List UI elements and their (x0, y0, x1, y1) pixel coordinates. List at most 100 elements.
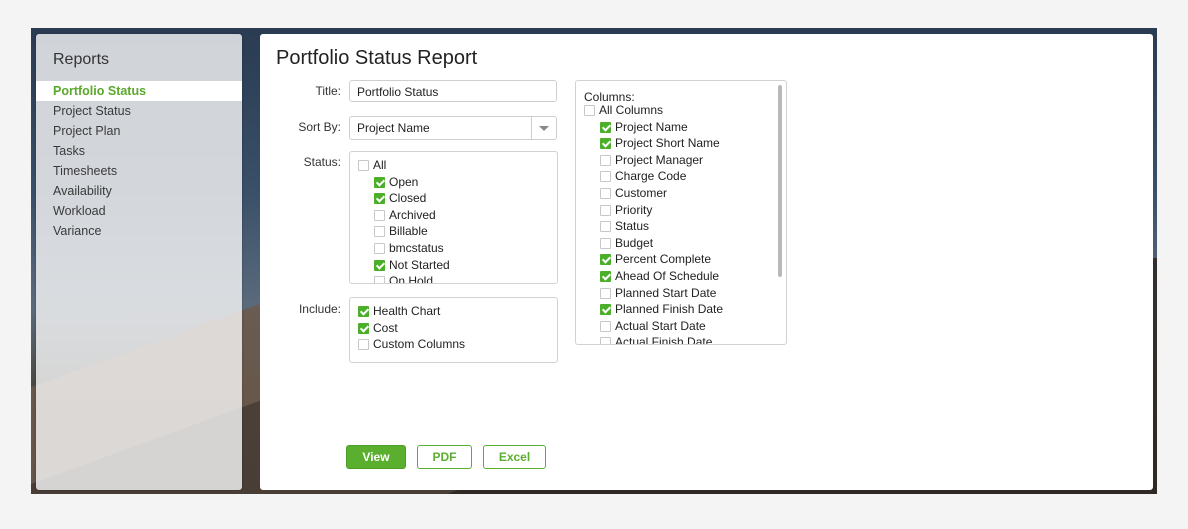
checkbox-label: Customer (615, 186, 668, 200)
checkbox-empty-icon[interactable] (600, 287, 611, 299)
checkbox-label: On Hold (389, 274, 434, 284)
page-title: Portfolio Status Report (276, 47, 478, 69)
reports-sidebar: Reports Portfolio Status Project Status Pr… (36, 34, 242, 490)
checkbox-row-bmcstatus[interactable]: bmcstatus (374, 240, 444, 256)
checkbox-empty-icon[interactable] (374, 243, 385, 254)
columns-scrollbar[interactable] (778, 85, 782, 277)
checkbox-row-customer[interactable]: Customer (600, 185, 667, 201)
checkbox-label: Billable (389, 224, 428, 239)
checkbox-label: Planned Finish Date (615, 302, 724, 317)
checkbox-empty-icon[interactable] (600, 204, 611, 216)
checkbox-empty-icon[interactable] (600, 221, 611, 233)
checkbox-empty-icon[interactable] (600, 320, 611, 332)
checkbox-label: Cost (373, 320, 398, 335)
checkbox-label: Actual Finish Date (615, 335, 713, 345)
checkbox-checked-icon[interactable] (600, 271, 611, 282)
columns-checklist[interactable]: Columns: All Columns Project Name Project … (575, 80, 787, 345)
checkbox-row-budget[interactable]: Budget (600, 235, 653, 251)
checkbox-label: All (373, 158, 387, 172)
checkbox-checked-icon[interactable] (600, 121, 611, 133)
sidebar-item-timesheets[interactable]: Timesheets (36, 161, 242, 181)
title-label: Title: (315, 84, 341, 98)
checkbox-checked-icon[interactable] (358, 322, 369, 334)
checkbox-label: Health Chart (373, 304, 441, 318)
checkbox-label: Project Manager (615, 152, 704, 167)
checkbox-checked-icon[interactable] (374, 193, 385, 205)
checkbox-label: Priority (615, 202, 653, 217)
excel-button[interactable]: Excel (483, 445, 546, 469)
checkbox-row-all[interactable]: All (358, 157, 386, 173)
checkbox-checked-icon[interactable] (374, 259, 385, 271)
checkbox-empty-icon[interactable] (600, 237, 611, 249)
status-label: Status: (303, 155, 341, 169)
checkbox-label: bmcstatus (389, 241, 444, 255)
checkbox-empty-icon[interactable] (600, 188, 611, 199)
chevron-down-icon[interactable] (531, 117, 556, 139)
sidebar-title: Reports (53, 51, 110, 68)
checkbox-empty-icon[interactable] (600, 171, 611, 183)
checkbox-row-on-hold[interactable]: On Hold (374, 273, 434, 284)
checkbox-label: Archived (389, 207, 436, 222)
checkbox-row-not-started[interactable]: Not Started (374, 257, 450, 273)
checkbox-row-project-name[interactable]: Project Name (600, 119, 688, 135)
sortby-select[interactable]: Project Name (349, 116, 557, 140)
pdf-button[interactable]: PDF (417, 445, 472, 469)
checkbox-label: Open (389, 174, 419, 189)
sortby-label: Sort By: (298, 120, 341, 134)
report-panel: Portfolio Status Report Title: Portfolio… (260, 34, 1153, 490)
checkbox-row-percent-complete[interactable]: Percent Complete (600, 251, 711, 267)
checkbox-empty-icon[interactable] (374, 226, 385, 238)
checkbox-empty-icon[interactable] (358, 160, 369, 171)
checkbox-row-actual-start-date[interactable]: Actual Start Date (600, 318, 706, 334)
checkbox-checked-icon[interactable] (374, 176, 385, 188)
checkbox-checked-icon[interactable] (600, 254, 611, 266)
sidebar-item-workload[interactable]: Workload (36, 201, 242, 221)
checkbox-empty-icon[interactable] (374, 209, 385, 221)
sidebar-item-variance[interactable]: Variance (36, 221, 242, 241)
sidebar-item-project-status[interactable]: Project Status (36, 101, 242, 121)
checkbox-row-planned-finish-date[interactable]: Planned Finish Date (600, 301, 723, 317)
checkbox-row-closed[interactable]: Closed (374, 190, 426, 206)
checkbox-label: Ahead Of Schedule (615, 269, 720, 283)
checkbox-row-billable[interactable]: Billable (374, 223, 428, 239)
checkbox-empty-icon[interactable] (584, 105, 595, 116)
checkbox-label: Actual Start Date (615, 318, 706, 333)
checkbox-row-actual-finish-date[interactable]: Actual Finish Date (600, 334, 713, 345)
checkbox-row-custom-columns[interactable]: Custom Columns (358, 336, 465, 352)
status-checklist[interactable]: All Open Closed Archived Billable bmcstatus No… (349, 151, 558, 284)
checkbox-label: Percent Complete (615, 252, 712, 267)
title-input[interactable]: Portfolio Status (349, 80, 557, 102)
checkbox-row-planned-start-date[interactable]: Planned Start Date (600, 285, 716, 301)
sidebar-item-availability[interactable]: Availability (36, 181, 242, 201)
checkbox-checked-icon[interactable] (358, 306, 369, 317)
checkbox-empty-icon[interactable] (358, 339, 369, 351)
checkbox-row-charge-code[interactable]: Charge Code (600, 168, 686, 184)
checkbox-row-health-chart[interactable]: Health Chart (358, 303, 440, 319)
checkbox-label: Custom Columns (373, 337, 466, 352)
view-button[interactable]: View (346, 445, 406, 469)
checkbox-label: Project Short Name (615, 136, 720, 151)
checkbox-label: Charge Code (615, 169, 687, 184)
checkbox-row-cost[interactable]: Cost (358, 320, 398, 336)
checkbox-empty-icon[interactable] (600, 337, 611, 344)
checkbox-row-status[interactable]: Status (600, 218, 649, 234)
checkbox-checked-icon[interactable] (600, 138, 611, 150)
sidebar-item-tasks[interactable]: Tasks (36, 141, 242, 161)
checkbox-row-priority[interactable]: Priority (600, 202, 652, 218)
checkbox-row-ahead-of-schedule[interactable]: Ahead Of Schedule (600, 268, 719, 284)
checkbox-row-project-manager[interactable]: Project Manager (600, 152, 703, 168)
checkbox-label: Budget (615, 235, 654, 250)
checkbox-empty-icon[interactable] (600, 154, 611, 166)
sidebar-item-project-plan[interactable]: Project Plan (36, 121, 242, 141)
include-checklist[interactable]: Health Chart Cost Custom Columns (349, 297, 558, 363)
checkbox-label: Not Started (389, 257, 450, 272)
checkbox-row-open[interactable]: Open (374, 174, 418, 190)
checkbox-label: Planned Start Date (615, 285, 717, 300)
checkbox-row-all-columns[interactable]: All Columns (584, 102, 663, 118)
checkbox-empty-icon[interactable] (374, 276, 385, 283)
checkbox-row-archived[interactable]: Archived (374, 207, 436, 223)
sidebar-item-portfolio-status[interactable]: Portfolio Status (36, 81, 242, 101)
checkbox-label: Closed (389, 191, 427, 206)
checkbox-checked-icon[interactable] (600, 304, 611, 316)
checkbox-row-project-short-name[interactable]: Project Short Name (600, 135, 720, 151)
